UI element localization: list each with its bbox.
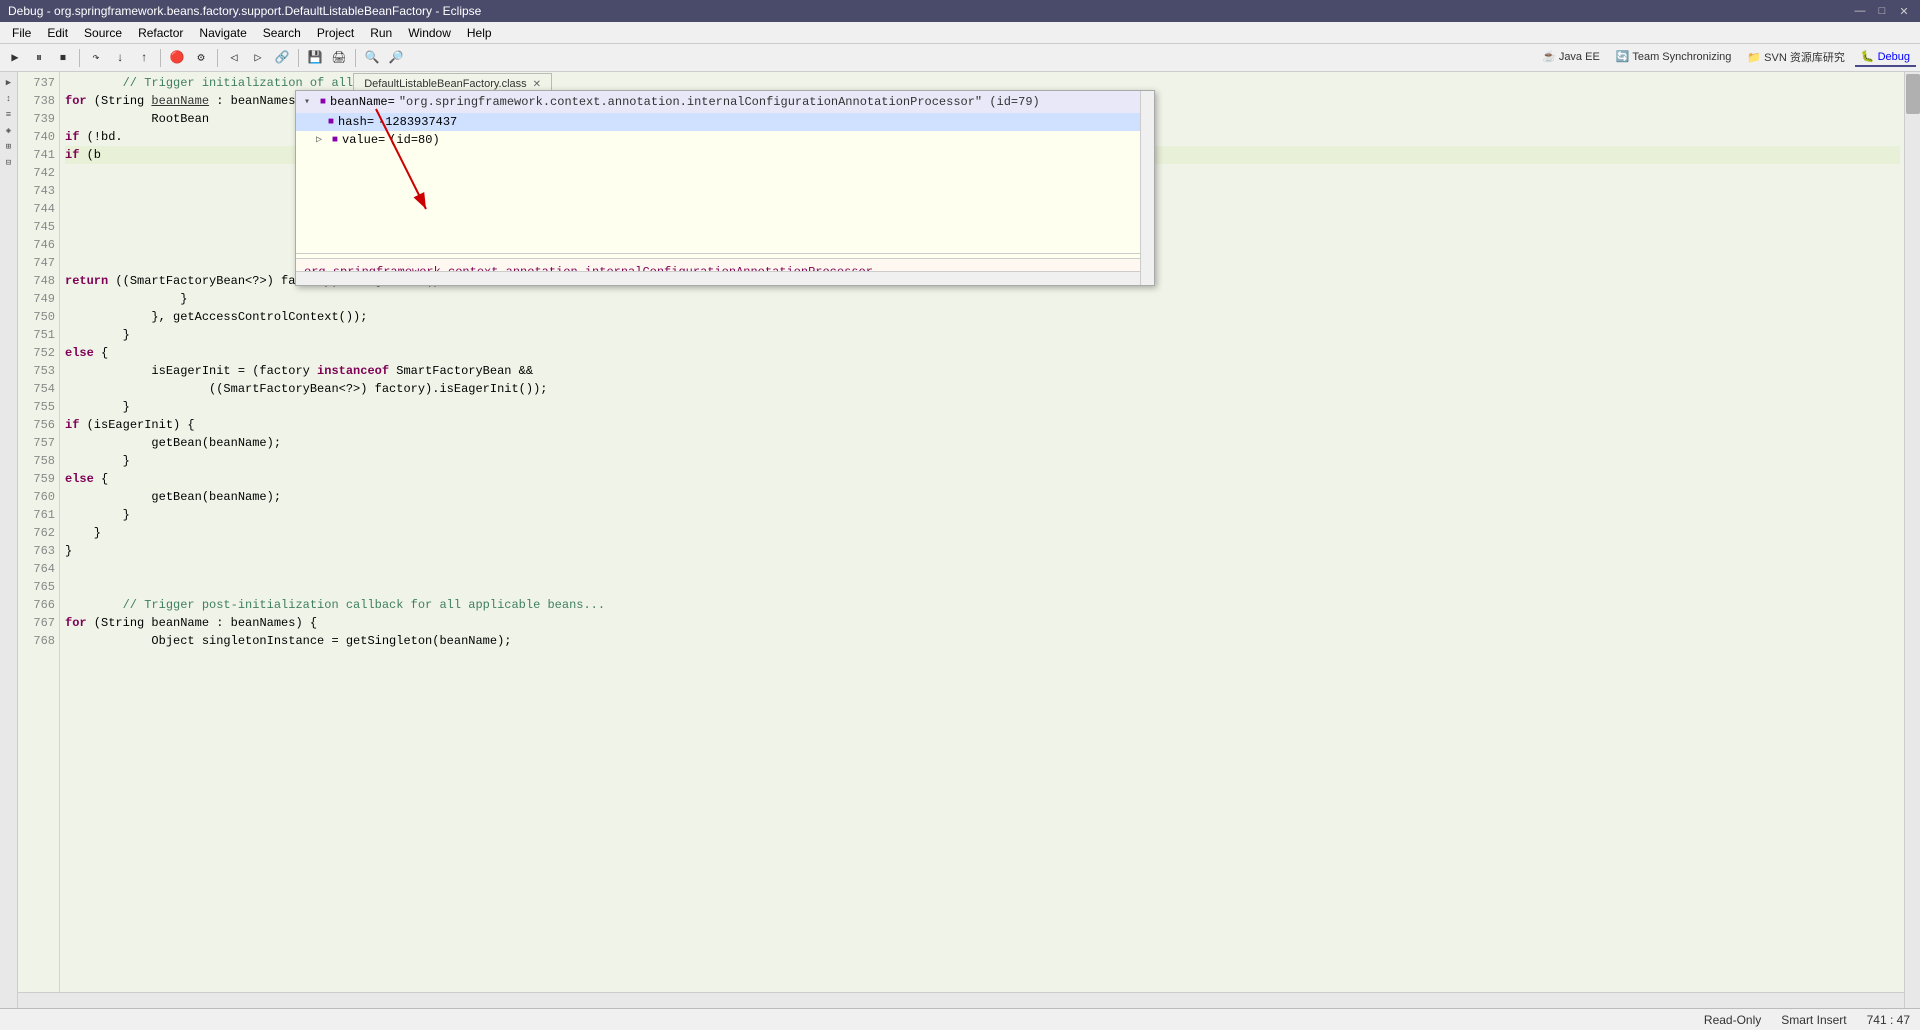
code-line-754: ((SmartFactoryBean<?>) factory).isEagerI… — [65, 380, 1900, 398]
menu-navigate[interactable]: Navigate — [191, 24, 254, 42]
window-controls: — □ ✕ — [1852, 3, 1912, 19]
toolbar-btn-6[interactable]: ↑ — [133, 47, 155, 69]
code-line-757: getBean(beanName); — [65, 434, 1900, 452]
code-line-767: for (String beanName : beanNames) { — [65, 614, 1900, 632]
toolbar-separator-4 — [298, 49, 299, 67]
debug-popup: ▾ ■ beanName= "org.springframework.conte… — [295, 90, 1155, 286]
toolbar-btn-7[interactable]: 🔴 — [166, 47, 188, 69]
code-line-749: } — [65, 290, 1900, 308]
toolbar-btn-12[interactable]: 💾 — [304, 47, 326, 69]
menu-edit[interactable]: Edit — [39, 24, 76, 42]
toolbar-btn-14[interactable]: 🔍 — [361, 47, 383, 69]
persp-svn[interactable]: 📁 SVN 资源库研究 — [1741, 47, 1850, 69]
title-text: Debug - org.springframework.beans.factor… — [8, 4, 481, 18]
persp-debug[interactable]: 🐛 Debug — [1855, 48, 1916, 67]
menu-help[interactable]: Help — [459, 24, 500, 42]
code-line-759: else { — [65, 470, 1900, 488]
toolbar-btn-10[interactable]: ▷ — [247, 47, 269, 69]
sidebar-btn-2[interactable]: ↕ — [2, 92, 16, 106]
menu-source[interactable]: Source — [76, 24, 130, 42]
close-button[interactable]: ✕ — [1896, 3, 1912, 19]
sidebar-btn-5[interactable]: ⊞ — [2, 140, 16, 154]
code-line-768: Object singletonInstance = getSingleton(… — [65, 632, 1900, 650]
code-line-763: } — [65, 542, 1900, 560]
code-line-760: getBean(beanName); — [65, 488, 1900, 506]
perspective-bar: ☕ Java EE 🔄 Team Synchronizing 📁 SVN 资源库… — [1532, 44, 1920, 72]
menu-search[interactable]: Search — [255, 24, 309, 42]
scrollbar-thumb-v[interactable] — [1906, 74, 1920, 114]
popup-separator — [296, 253, 1154, 254]
toolbar-btn-4[interactable]: ↷ — [85, 47, 107, 69]
insert-mode-status: Smart Insert — [1781, 1013, 1846, 1027]
sidebar-btn-4[interactable]: ◈ — [2, 124, 16, 138]
menu-project[interactable]: Project — [309, 24, 362, 42]
code-line-750: }, getAccessControlContext()); — [65, 308, 1900, 326]
code-line-752: else { — [65, 344, 1900, 362]
code-line-766: // Trigger post-initialization callback … — [65, 596, 1900, 614]
menu-window[interactable]: Window — [400, 24, 459, 42]
debug-arrow-svg — [326, 99, 526, 229]
toolbar-separator-3 — [217, 49, 218, 67]
status-bar: Read-Only Smart Insert 741 : 47 — [0, 1008, 1920, 1030]
left-sidebar: ▶ ↕ ≡ ◈ ⊞ ⊟ — [0, 72, 18, 1008]
line-numbers: 737738739740 741742743744 745746747748 7… — [18, 72, 60, 1008]
popup-scrollbar-vertical[interactable] — [1140, 91, 1154, 285]
main-scrollbar-horizontal[interactable] — [18, 992, 1904, 1008]
code-line-764 — [65, 560, 1900, 578]
menu-bar: File Edit Source Refactor Navigate Searc… — [0, 22, 1920, 44]
code-line-762: } — [65, 524, 1900, 542]
code-line-765 — [65, 578, 1900, 596]
sidebar-btn-1[interactable]: ▶ — [2, 76, 16, 90]
toolbar-btn-15[interactable]: 🔎 — [385, 47, 407, 69]
title-bar: Debug - org.springframework.beans.factor… — [0, 0, 1920, 22]
read-only-status: Read-Only — [1704, 1013, 1761, 1027]
menu-file[interactable]: File — [4, 24, 39, 42]
toolbar-btn-2[interactable]: ⏸ — [28, 47, 50, 69]
sidebar-btn-3[interactable]: ≡ — [2, 108, 16, 122]
code-line-761: } — [65, 506, 1900, 524]
toolbar-btn-3[interactable]: ⏹ — [52, 47, 74, 69]
menu-run[interactable]: Run — [362, 24, 400, 42]
code-line-755: } — [65, 398, 1900, 416]
toolbar-separator-2 — [160, 49, 161, 67]
code-line-751: } — [65, 326, 1900, 344]
tab-close-icon[interactable]: ✕ — [533, 79, 541, 90]
toolbar-btn-11[interactable]: 🔗 — [271, 47, 293, 69]
toolbar-btn-8[interactable]: ⚙ — [190, 47, 212, 69]
minimize-button[interactable]: — — [1852, 3, 1868, 19]
tab-default-listable-label: DefaultListableBeanFactory.class — [364, 78, 526, 90]
popup-scrollbar-horizontal[interactable] — [296, 271, 1140, 285]
toolbar-btn-13[interactable]: 🖨 — [328, 47, 350, 69]
toolbar-separator-5 — [355, 49, 356, 67]
toolbar-btn-1[interactable]: ▶ — [4, 47, 26, 69]
maximize-button[interactable]: □ — [1874, 3, 1890, 19]
code-line-753: isEagerInit = (factory instanceof SmartF… — [65, 362, 1900, 380]
toolbar-btn-9[interactable]: ◁ — [223, 47, 245, 69]
expand-arrow[interactable]: ▾ — [304, 96, 316, 108]
menu-refactor[interactable]: Refactor — [130, 24, 191, 42]
persp-java-ee[interactable]: ☕ Java EE — [1536, 48, 1606, 67]
cursor-position-status: 741 : 47 — [1867, 1013, 1910, 1027]
code-line-758: } — [65, 452, 1900, 470]
main-scrollbar-vertical[interactable] — [1904, 72, 1920, 1008]
toolbar-separator-1 — [79, 49, 80, 67]
toolbar-btn-5[interactable]: ↓ — [109, 47, 131, 69]
sidebar-btn-6[interactable]: ⊟ — [2, 156, 16, 170]
persp-team-sync[interactable]: 🔄 Team Synchronizing — [1610, 48, 1738, 67]
code-line-756: if (isEagerInit) { — [65, 416, 1900, 434]
